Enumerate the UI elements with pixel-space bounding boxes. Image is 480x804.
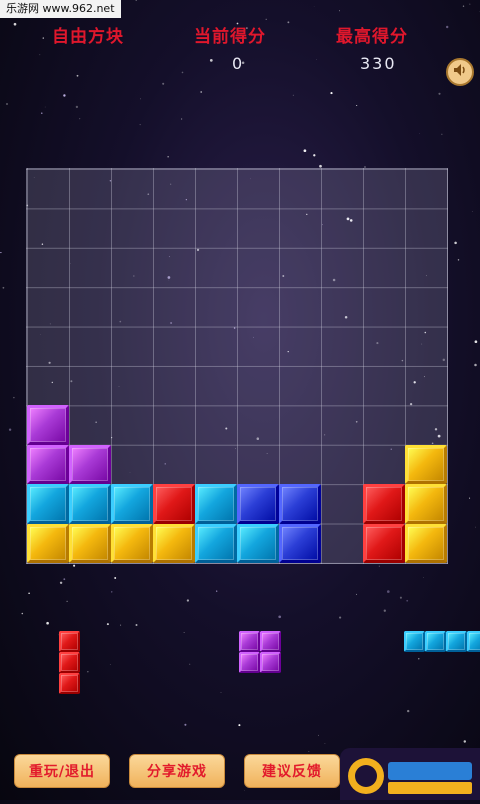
tray-block-red	[59, 652, 80, 673]
tray-block-red	[59, 631, 80, 652]
board-block-yellow	[153, 524, 195, 563]
board-block-cyan	[195, 524, 237, 563]
tray-block-cyan	[446, 631, 467, 652]
share-game-button[interactable]: 分享游戏	[129, 754, 225, 788]
board-block-yellow	[111, 524, 153, 563]
high-score-label: 最高得分	[336, 22, 408, 47]
board-block-blue	[279, 524, 321, 563]
current-score-value: 0	[232, 54, 244, 73]
board-block-blue	[279, 484, 321, 523]
feedback-button[interactable]: 建议反馈	[244, 754, 340, 788]
board-block-cyan	[237, 524, 279, 563]
tray-block-cyan	[467, 631, 480, 652]
board-block-yellow	[27, 524, 69, 563]
board-block-purple	[27, 445, 69, 484]
tray-block-cyan	[425, 631, 446, 652]
current-score-label: 当前得分	[194, 22, 266, 47]
board-block-purple	[69, 445, 111, 484]
board-block-yellow	[405, 445, 447, 484]
tray-block-purple	[239, 652, 260, 673]
board-block-red	[363, 524, 405, 563]
board-block-cyan	[111, 484, 153, 523]
board-block-yellow	[405, 524, 447, 563]
board-block-blue	[237, 484, 279, 523]
sound-toggle-button[interactable]	[446, 58, 474, 86]
site-logo	[340, 748, 480, 800]
board-block-yellow	[405, 484, 447, 523]
game-board[interactable]	[26, 168, 448, 564]
board-block-cyan	[27, 484, 69, 523]
board-block-purple	[27, 405, 69, 444]
tray-block-purple	[239, 631, 260, 652]
tray-block-red	[59, 673, 80, 694]
board-block-cyan	[69, 484, 111, 523]
mode-title: 自由方块	[52, 22, 124, 47]
board-block-cyan	[195, 484, 237, 523]
tray-block-cyan	[404, 631, 425, 652]
tray-block-purple	[260, 652, 281, 673]
tray-block-purple	[260, 631, 281, 652]
board-block-red	[153, 484, 195, 523]
board-block-yellow	[69, 524, 111, 563]
speaker-icon	[452, 62, 468, 82]
board-block-red	[363, 484, 405, 523]
replay-exit-button[interactable]: 重玩/退出	[14, 754, 110, 788]
watermark: 乐游网 www.962.net	[0, 0, 121, 18]
high-score-value: 330	[360, 54, 397, 73]
